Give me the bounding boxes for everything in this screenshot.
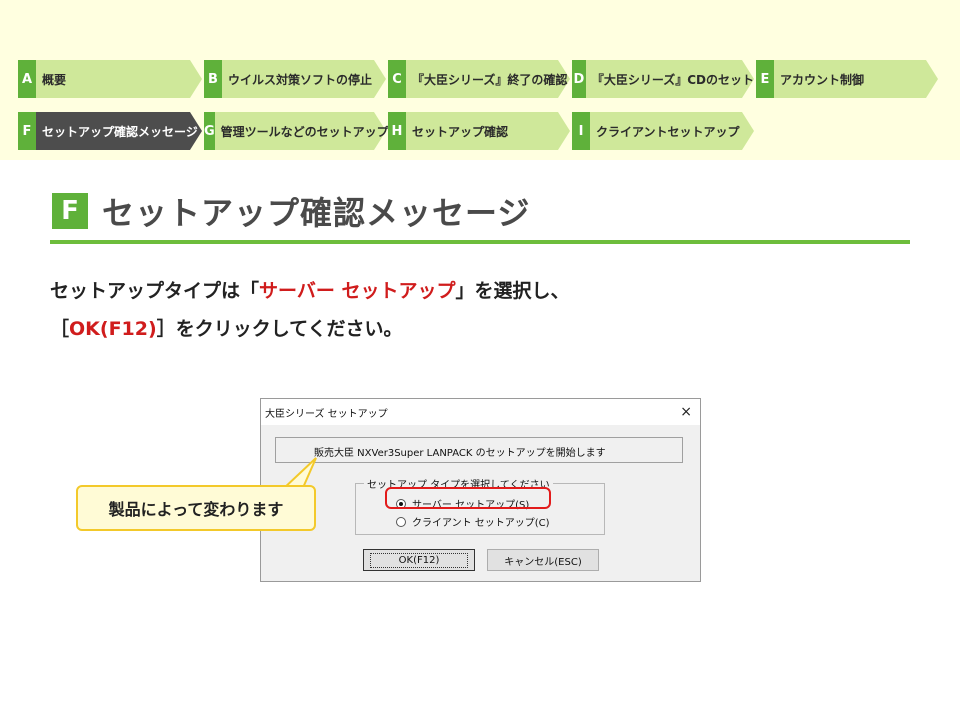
step-label: クライアントセットアップ <box>596 124 740 139</box>
step-letter: F <box>18 112 36 150</box>
step-letter: E <box>756 60 774 98</box>
step-letter: G <box>204 112 215 150</box>
step-h[interactable]: H セットアップ確認 <box>388 112 570 150</box>
instruction-text: 」を選択し、 <box>455 280 570 302</box>
step-label: 管理ツールなどのセットアップ <box>220 124 389 139</box>
section-heading: F セットアップ確認メッセージ <box>52 188 530 234</box>
step-letter: C <box>388 60 406 98</box>
heading-divider <box>50 240 910 244</box>
instruction-line-1: セットアップタイプは「サーバー セットアップ」を選択し、 <box>50 276 569 303</box>
cancel-button[interactable]: キャンセル(ESC) <box>487 549 599 571</box>
page-title: セットアップ確認メッセージ <box>102 194 531 232</box>
instruction-text: ］をクリックしてください。 <box>156 318 403 340</box>
instruction-emphasis: OK(F12) <box>69 318 157 340</box>
step-label: セットアップ確認メッセージ <box>42 124 198 139</box>
step-label: ウイルス対策ソフトの停止 <box>228 72 373 87</box>
step-letter: H <box>388 112 406 150</box>
section-letter-badge: F <box>52 193 88 229</box>
dialog-title: 大臣シリーズ セットアップ <box>265 408 388 420</box>
step-label: 概要 <box>42 72 67 87</box>
step-label: 『大臣シリーズ』CDのセット <box>591 72 754 87</box>
instruction-line-2: ［OK(F12)］をクリックしてください。 <box>50 314 403 341</box>
instruction-text: ［ <box>50 318 70 340</box>
step-letter: D <box>572 60 586 98</box>
dialog-titlebar: 大臣シリーズ セットアップ × <box>261 399 700 425</box>
step-letter: A <box>18 60 36 98</box>
setup-dialog: 大臣シリーズ セットアップ × 販売大臣 NXVer3Super LANPACK… <box>260 398 701 582</box>
step-c[interactable]: C 『大臣シリーズ』終了の確認 <box>388 60 570 98</box>
step-d[interactable]: D 『大臣シリーズ』CDのセット <box>572 60 754 98</box>
selection-highlight <box>385 487 551 509</box>
step-a[interactable]: A 概要 <box>18 60 202 98</box>
instruction-text: セットアップタイプは「 <box>50 280 260 302</box>
ok-button[interactable]: OK(F12) <box>363 549 475 571</box>
step-row-2: F セットアップ確認メッセージ G 管理ツールなどのセットアップ H セットアッ… <box>18 112 756 150</box>
step-label: セットアップ確認 <box>412 124 509 139</box>
step-letter: I <box>572 112 590 150</box>
callout-note: 製品によって変わります <box>76 485 316 531</box>
radio-label: クライアント セットアップ(C) <box>412 518 550 529</box>
radio-client-setup[interactable]: クライアント セットアップ(C) <box>396 514 550 529</box>
step-e[interactable]: E アカウント制御 <box>756 60 938 98</box>
step-f[interactable]: F セットアップ確認メッセージ <box>18 112 202 150</box>
step-letter: B <box>204 60 222 98</box>
ok-button-label: OK(F12) <box>369 552 469 568</box>
step-b[interactable]: B ウイルス対策ソフトの停止 <box>204 60 386 98</box>
step-label: 『大臣シリーズ』終了の確認 <box>412 72 568 87</box>
instruction-emphasis: サーバー セットアップ <box>259 280 456 302</box>
step-navigation: A 概要 B ウイルス対策ソフトの停止 C 『大臣シリーズ』終了の確認 D 『大… <box>0 0 960 160</box>
radio-unselected-icon <box>396 516 406 527</box>
close-icon[interactable]: × <box>680 404 692 420</box>
step-i[interactable]: I クライアントセットアップ <box>572 112 754 150</box>
step-row-1: A 概要 B ウイルス対策ソフトの停止 C 『大臣シリーズ』終了の確認 D 『大… <box>18 60 940 98</box>
dialog-message: 販売大臣 NXVer3Super LANPACK のセットアップを開始します <box>275 437 683 463</box>
step-label: アカウント制御 <box>780 72 865 87</box>
step-g[interactable]: G 管理ツールなどのセットアップ <box>204 112 389 150</box>
